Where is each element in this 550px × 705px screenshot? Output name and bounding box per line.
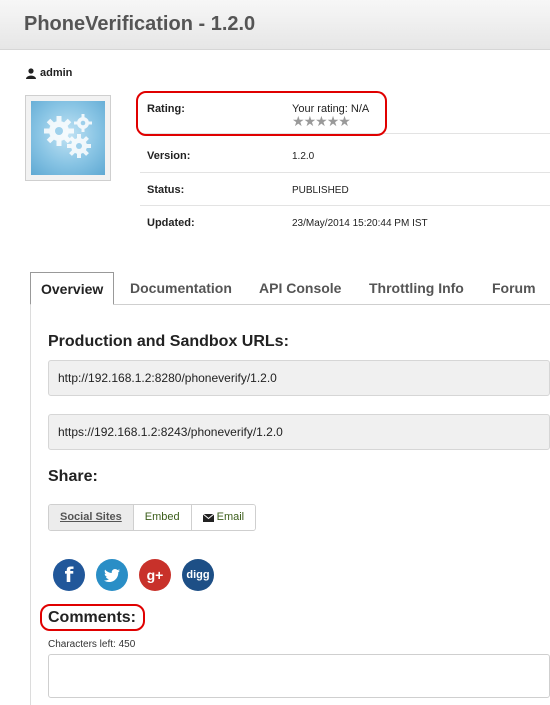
version-value: 1.2.0	[292, 151, 315, 162]
title-bar: PhoneVerification - 1.2.0	[0, 0, 550, 50]
tab-bar: Overview Documentation API Console Throt…	[30, 272, 550, 305]
version-row: Version: 1.2.0	[140, 140, 550, 173]
twitter-bird-icon	[104, 569, 120, 582]
urls-heading: Production and Sandbox URLs:	[48, 333, 289, 350]
tab-documentation[interactable]: Documentation	[130, 272, 232, 305]
share-heading: Share:	[48, 468, 98, 485]
share-email-tab[interactable]: Email	[191, 505, 256, 530]
facebook-glyph: f	[64, 563, 74, 587]
share-social-label: Social Sites	[60, 511, 122, 523]
share-tabs: Social Sites Embed Email	[48, 504, 257, 531]
twitter-icon[interactable]	[96, 559, 128, 591]
google-plus-icon[interactable]: g+	[139, 559, 171, 591]
tab-overview[interactable]: Overview	[30, 272, 115, 305]
comments-highlight	[40, 604, 145, 631]
comment-textarea[interactable]	[48, 654, 550, 698]
version-label: Version:	[147, 150, 191, 162]
tab-throttling-info[interactable]: Throttling Info	[369, 272, 464, 305]
updated-row: Updated: 23/May/2014 15:20:44 PM IST	[140, 206, 550, 239]
digg-glyph: digg	[186, 569, 210, 581]
production-url[interactable]: http://192.168.1.2:8280/phoneverify/1.2.…	[48, 360, 550, 396]
rating-highlight	[136, 91, 387, 136]
envelope-icon	[202, 513, 214, 522]
share-social-sites-tab[interactable]: Social Sites	[49, 505, 134, 530]
author: admin	[26, 67, 72, 79]
updated-value: 23/May/2014 15:20:44 PM IST	[292, 218, 428, 229]
facebook-icon[interactable]: f	[53, 559, 85, 591]
share-embed-label: Embed	[144, 511, 180, 523]
author-name: admin	[40, 67, 73, 79]
status-value: PUBLISHED	[292, 185, 349, 196]
gears-icon	[44, 114, 92, 158]
characters-left: Characters left: 450	[48, 639, 136, 650]
status-row: Status: PUBLISHED	[140, 173, 550, 206]
digg-icon[interactable]: digg	[182, 559, 214, 591]
share-email-label: Email	[216, 511, 245, 523]
api-thumbnail	[25, 95, 111, 181]
status-label: Status:	[147, 184, 185, 196]
share-embed-tab[interactable]: Embed	[133, 505, 192, 530]
updated-label: Updated:	[147, 217, 195, 229]
user-icon	[26, 67, 36, 79]
google-plus-glyph: g+	[146, 567, 164, 583]
page-title: PhoneVerification - 1.2.0	[24, 13, 256, 35]
tab-api-console[interactable]: API Console	[259, 272, 341, 305]
sandbox-url[interactable]: https://192.168.1.2:8243/phoneverify/1.2…	[48, 414, 550, 450]
tab-forum[interactable]: Forum	[492, 272, 536, 305]
